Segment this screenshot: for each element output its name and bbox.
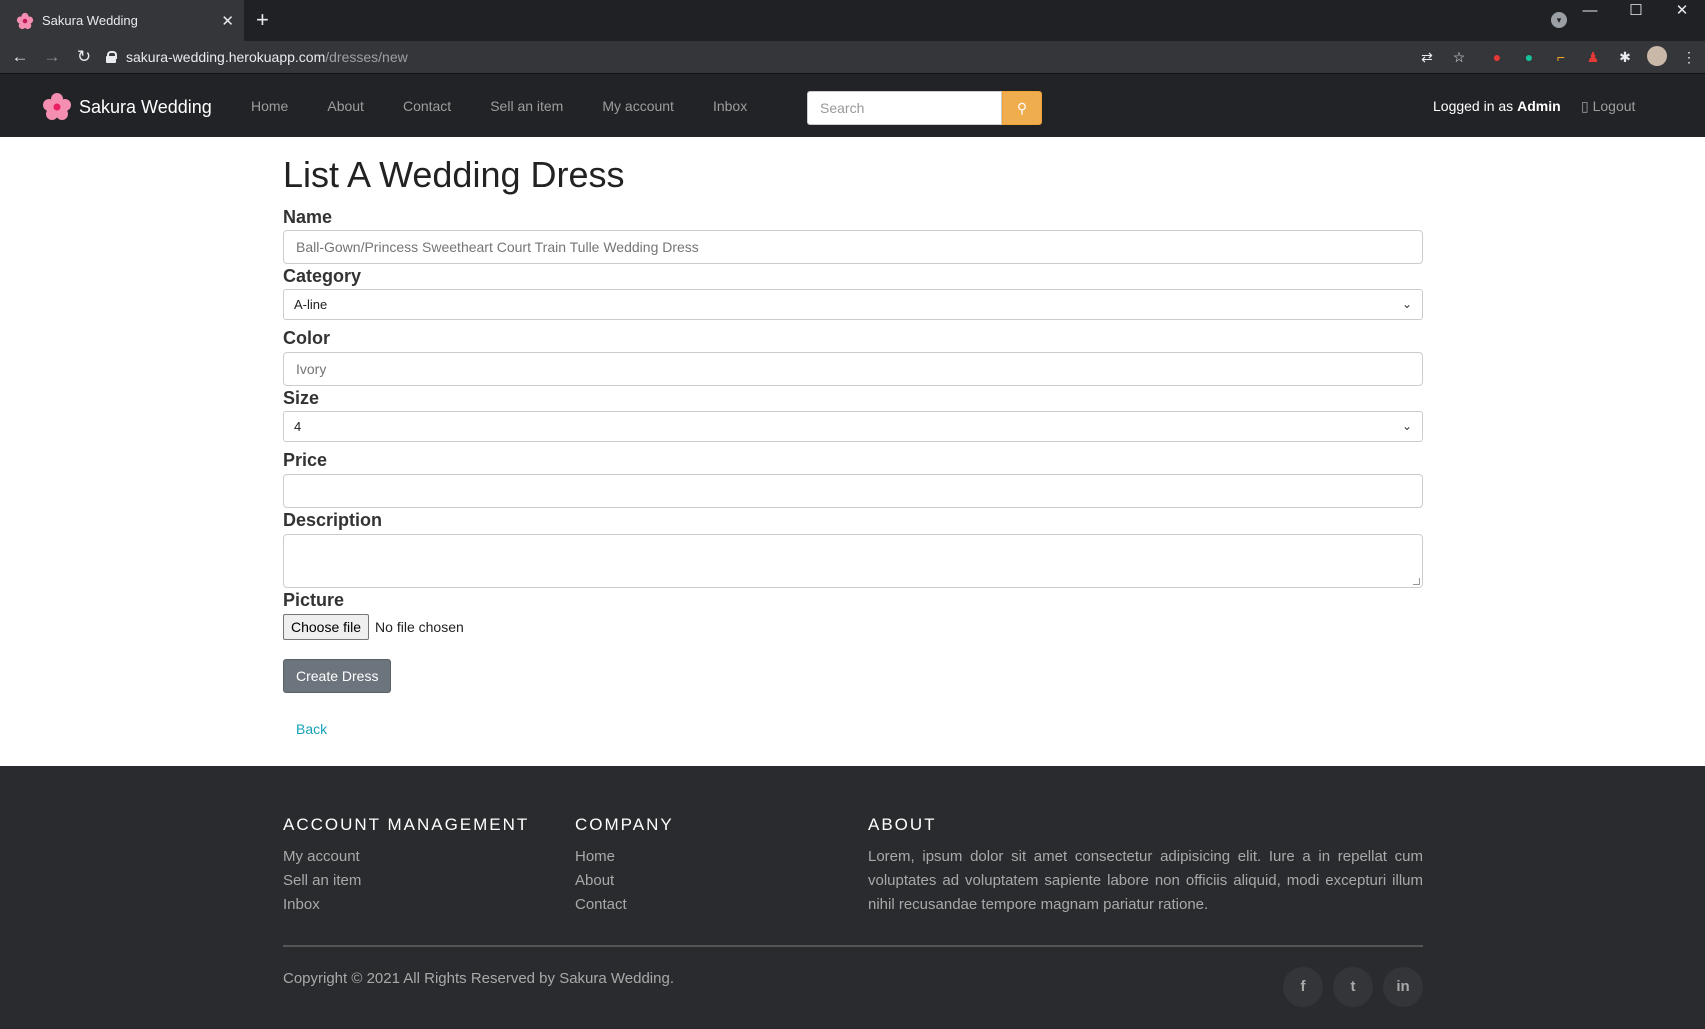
search-input[interactable] xyxy=(807,91,1002,125)
extension-character-icon[interactable]: ♟ xyxy=(1577,49,1609,66)
nav-contact[interactable]: Contact xyxy=(403,98,451,114)
size-select[interactable]: 4 ⌄ xyxy=(283,411,1423,442)
address-bar[interactable]: sakura-wedding.herokuapp.com/dresses/new xyxy=(106,43,1445,71)
resize-handle-icon[interactable] xyxy=(1413,578,1420,585)
category-select[interactable]: A-line ⌄ xyxy=(283,289,1423,320)
toolbar-icons: ⇄ ☆ ● ● ⌐ ♟ ✱ ⋮ xyxy=(1411,41,1705,73)
about-text: Lorem, ipsum dolor sit amet consectetur … xyxy=(868,848,1423,913)
maximize-icon[interactable]: ☐ xyxy=(1613,0,1659,30)
browser-tab-bar: Sakura Wedding ✕ + ▾ — ☐ ✕ xyxy=(0,0,1705,41)
minimize-icon[interactable]: — xyxy=(1567,0,1613,30)
logout-label: Logout xyxy=(1592,98,1636,114)
close-tab-icon[interactable]: ✕ xyxy=(221,12,234,30)
sakura-logo-icon xyxy=(42,92,72,122)
browser-menu-icon[interactable]: ⋮ xyxy=(1673,49,1705,66)
account-heading: ACCOUNT MANAGEMENT xyxy=(283,815,530,834)
color-input[interactable] xyxy=(283,352,1423,386)
url-host: sakura-wedding.herokuapp.com xyxy=(126,49,326,65)
nav-about[interactable]: About xyxy=(327,98,364,114)
footer-home[interactable]: Home xyxy=(575,845,674,869)
logout-link[interactable]: ▯ Logout xyxy=(1581,98,1635,115)
nav-my-account[interactable]: My account xyxy=(602,98,674,114)
footer-about[interactable]: About xyxy=(575,869,674,893)
search-icon: ⚲ xyxy=(1016,99,1028,116)
brand-link[interactable]: Sakura Wedding xyxy=(42,92,212,122)
price-label: Price xyxy=(283,450,328,470)
size-label: Size xyxy=(283,388,320,408)
logout-icon: ▯ xyxy=(1581,98,1589,114)
footer-contact[interactable]: Contact xyxy=(575,893,674,917)
translate-icon[interactable]: ⇄ xyxy=(1411,49,1443,66)
profile-avatar-icon[interactable] xyxy=(1641,45,1673,69)
price-input[interactable] xyxy=(283,474,1423,508)
linkedin-icon[interactable]: in xyxy=(1383,967,1423,1007)
name-input[interactable] xyxy=(283,230,1423,264)
reload-icon[interactable]: ↻ xyxy=(68,47,100,67)
bookmark-star-icon[interactable]: ☆ xyxy=(1443,49,1475,66)
chevron-down-icon: ⌄ xyxy=(1401,297,1412,311)
url-path: /dresses/new xyxy=(325,49,408,65)
browser-toolbar: ← → ↻ sakura-wedding.herokuapp.com/dress… xyxy=(0,41,1705,73)
search-button[interactable]: ⚲ xyxy=(1002,91,1042,125)
name-label: Name xyxy=(283,207,333,227)
close-window-icon[interactable]: ✕ xyxy=(1659,0,1705,30)
footer-company-column: COMPANY Home About Contact xyxy=(575,815,674,917)
sakura-favicon-icon xyxy=(16,12,34,29)
extension-orange-icon[interactable]: ⌐ xyxy=(1545,49,1577,65)
new-tab-icon[interactable]: + xyxy=(256,7,269,33)
forward-arrow-icon[interactable]: → xyxy=(36,47,68,67)
footer-sell-item[interactable]: Sell an item xyxy=(283,869,529,893)
main-menu: Home About Contact Sell an item My accou… xyxy=(251,74,786,138)
social-links: f t in xyxy=(1273,967,1423,1007)
site-footer: ACCOUNT MANAGEMENT My account Sell an it… xyxy=(0,766,1705,1029)
description-label: Description xyxy=(283,510,383,530)
page-title: List A Wedding Dress xyxy=(283,154,625,195)
facebook-icon[interactable]: f xyxy=(1283,967,1323,1007)
footer-divider xyxy=(283,945,1423,947)
footer-inbox[interactable]: Inbox xyxy=(283,893,529,917)
category-label: Category xyxy=(283,266,362,286)
logged-in-prefix: Logged in as xyxy=(1433,98,1514,114)
nav-home[interactable]: Home xyxy=(251,98,288,114)
description-textarea[interactable] xyxy=(283,534,1423,588)
browser-tab[interactable]: Sakura Wedding ✕ xyxy=(0,0,244,41)
twitter-icon[interactable]: t xyxy=(1333,967,1373,1007)
back-link[interactable]: Back xyxy=(296,721,1423,737)
dress-form: List A Wedding Dress Name Category A-lin… xyxy=(283,138,1423,737)
picture-label: Picture xyxy=(283,590,345,610)
extension-red-icon[interactable]: ● xyxy=(1481,49,1513,65)
chevron-down-icon: ⌄ xyxy=(1401,419,1412,433)
no-file-text: No file chosen xyxy=(375,619,464,635)
window-controls: — ☐ ✕ xyxy=(1567,0,1705,30)
extensions-puzzle-icon[interactable]: ✱ xyxy=(1609,49,1641,66)
tab-title: Sakura Wedding xyxy=(42,13,138,28)
search-form: ⚲ xyxy=(807,91,1042,125)
company-heading: COMPANY xyxy=(575,815,674,834)
nav-inbox[interactable]: Inbox xyxy=(713,98,747,114)
grammarly-icon[interactable]: ● xyxy=(1513,49,1545,65)
footer-about-column: ABOUT Lorem, ipsum dolor sit amet consec… xyxy=(868,815,1423,917)
color-label: Color xyxy=(283,328,330,348)
brand-name: Sakura Wedding xyxy=(79,96,212,117)
about-heading: ABOUT xyxy=(868,815,937,834)
site-navbar: Sakura Wedding Home About Contact Sell a… xyxy=(0,73,1705,137)
size-value: 4 xyxy=(294,419,302,434)
tab-search-icon[interactable]: ▾ xyxy=(1551,12,1567,28)
copyright-text: Copyright © 2021 All Rights Reserved by … xyxy=(283,970,674,987)
lock-icon xyxy=(106,51,117,63)
footer-account-column: ACCOUNT MANAGEMENT My account Sell an it… xyxy=(283,815,529,917)
picture-file-input: Choose file No file chosen xyxy=(283,614,1423,640)
back-arrow-icon[interactable]: ← xyxy=(4,47,36,67)
create-dress-button[interactable]: Create Dress xyxy=(283,659,392,693)
choose-file-button[interactable]: Choose file xyxy=(283,614,370,640)
nav-sell-item[interactable]: Sell an item xyxy=(490,98,563,114)
logged-in-status: Logged in as Admin xyxy=(1433,98,1561,114)
footer-my-account[interactable]: My account xyxy=(283,845,529,869)
category-value: A-line xyxy=(294,297,328,312)
logged-in-user: Admin xyxy=(1517,98,1561,114)
